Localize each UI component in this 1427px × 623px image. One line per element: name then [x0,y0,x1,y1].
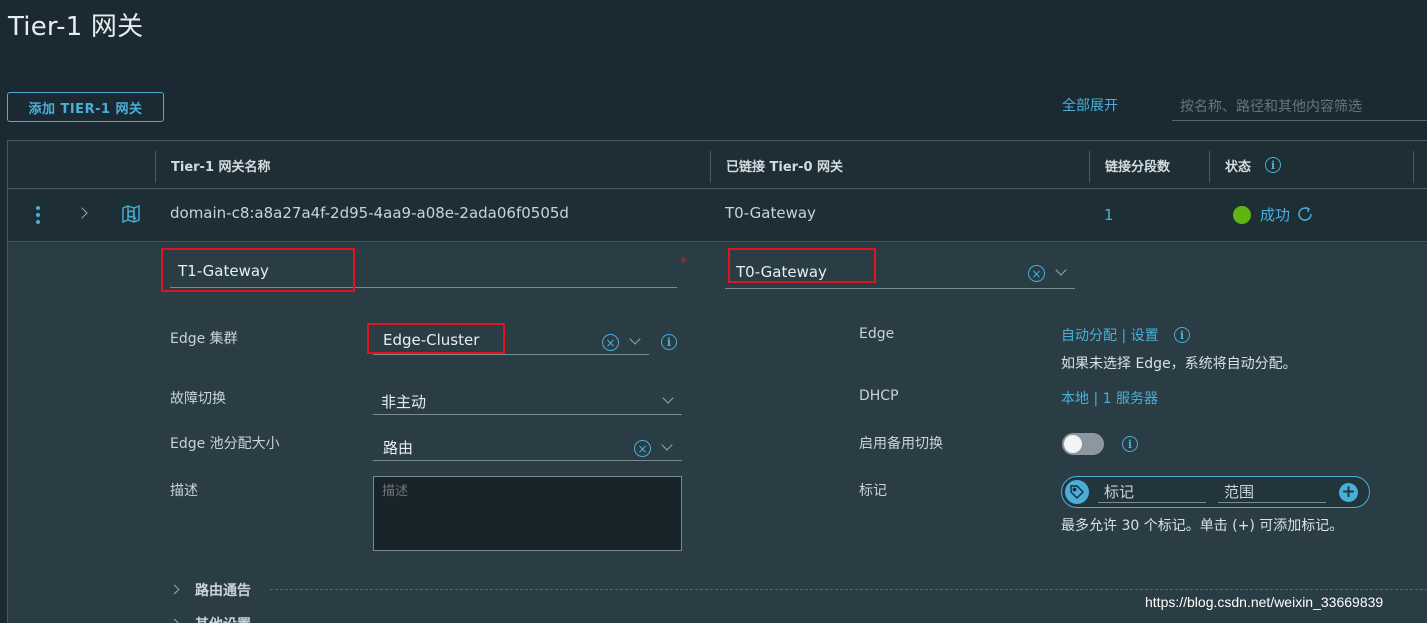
row-actions-icon[interactable] [33,204,43,226]
tags-label: 标记 [859,483,887,499]
expand-all-link[interactable]: 全部展开 [1062,95,1118,115]
section-divider [270,589,1427,590]
column-header-name[interactable]: Tier-1 网关名称 [155,141,271,189]
tier0-select-underline [725,288,1075,289]
tags-hint-text: 最多允许 30 个标记。单击 (+) 可添加标记。 [1061,518,1344,534]
table-row[interactable]: domain-c8:a8a27a4f-2d95-4aa9-a08e-2ada06… [8,190,1427,242]
grid-header: Tier-1 网关名称 已链接 Tier-0 网关 链接分段数 状态 i [8,141,1427,189]
status-info-icon[interactable]: i [1265,157,1281,173]
edge-auto-assign-link[interactable]: 自动分配 [1061,328,1117,344]
row-status-text[interactable]: 成功 [1260,204,1290,225]
failover-underline [373,414,682,415]
failover-dropdown-chevron-icon[interactable] [662,392,674,404]
watermark-text: https://blog.csdn.net/weixin_33669839 [1145,594,1384,610]
standby-relocation-toggle[interactable] [1062,433,1104,455]
edge-info-icon[interactable]: i [1174,327,1190,343]
highlight-box [161,248,355,292]
dhcp-config-link[interactable]: 本地 | 1 服务器 [1061,388,1158,408]
standby-relocation-info-icon[interactable]: i [1122,436,1138,452]
tag-icon [1065,480,1089,504]
column-separator [1413,151,1414,183]
other-settings-chevron-icon[interactable] [169,618,180,623]
tag-entry-pill: + [1061,476,1370,508]
failover-label: 故障切换 [170,391,226,407]
description-label: 描述 [170,483,198,499]
add-tag-plus-icon[interactable]: + [1339,483,1358,502]
route-advertisement-chevron-icon[interactable] [169,584,180,595]
row-gateway-name: domain-c8:a8a27a4f-2d95-4aa9-a08e-2ada06… [170,204,569,222]
column-header-linked-tier0[interactable]: 已链接 Tier-0 网关 [710,141,843,189]
column-header-status[interactable]: 状态 [1209,141,1251,189]
gateway-edit-form: T1-Gateway * T0-Gateway × Edge 集群 Edge-C… [8,243,1427,623]
edge-settings-link[interactable]: 设置 [1131,328,1159,344]
dhcp-label: DHCP [859,388,899,404]
edge-cluster-underline [373,354,649,355]
refresh-icon[interactable] [1296,205,1314,227]
column-header-segments[interactable]: 链接分段数 [1089,141,1170,189]
add-tier1-gateway-button[interactable]: 添加 TIER-1 网关 [7,92,164,122]
toggle-knob [1064,435,1082,453]
page-title: Tier-1 网关 [8,12,144,42]
row-linked-tier0: T0-Gateway [725,204,816,222]
expand-row-chevron-icon[interactable] [76,207,88,219]
tier0-clear-icon[interactable]: × [1028,265,1045,282]
pool-size-clear-icon[interactable]: × [634,440,651,457]
edge-cluster-label: Edge 集群 [170,331,238,347]
pool-size-select-value[interactable]: 路由 [383,437,413,458]
scope-input[interactable] [1218,481,1326,503]
edge-label: Edge [859,326,895,342]
tag-input[interactable] [1098,481,1206,503]
highlight-box [728,248,876,283]
edge-links: 自动分配 | 设置 [1061,325,1159,345]
highlight-box [367,323,505,354]
tier0-dropdown-chevron-icon[interactable] [1055,264,1067,276]
status-success-icon [1233,206,1251,224]
tier1-gateway-grid: Tier-1 网关名称 已链接 Tier-0 网关 链接分段数 状态 i dom… [7,140,1427,623]
edge-cluster-clear-icon[interactable]: × [602,334,619,351]
pool-size-dropdown-chevron-icon[interactable] [661,439,673,451]
edge-cluster-info-icon[interactable]: i [661,334,677,350]
section-other-settings[interactable]: 其他设置 [195,614,251,623]
required-asterisk: * [680,255,687,271]
edge-hint-text: 如果未选择 Edge，系统将自动分配。 [1061,356,1297,372]
pool-size-underline [373,460,682,461]
description-textarea[interactable] [373,476,682,551]
standby-relocation-label: 启用备用切换 [859,436,943,452]
filter-input[interactable] [1172,93,1427,121]
failover-select-value[interactable]: 非主动 [381,391,426,412]
pool-size-label: Edge 池分配大小 [170,436,280,452]
section-route-advertisement[interactable]: 路由通告 [195,580,251,600]
edge-link-separator: | [1117,328,1131,344]
topology-map-icon[interactable] [121,204,141,228]
row-segments-count-link[interactable]: 1 [1104,206,1114,224]
edge-cluster-dropdown-chevron-icon[interactable] [629,333,641,345]
